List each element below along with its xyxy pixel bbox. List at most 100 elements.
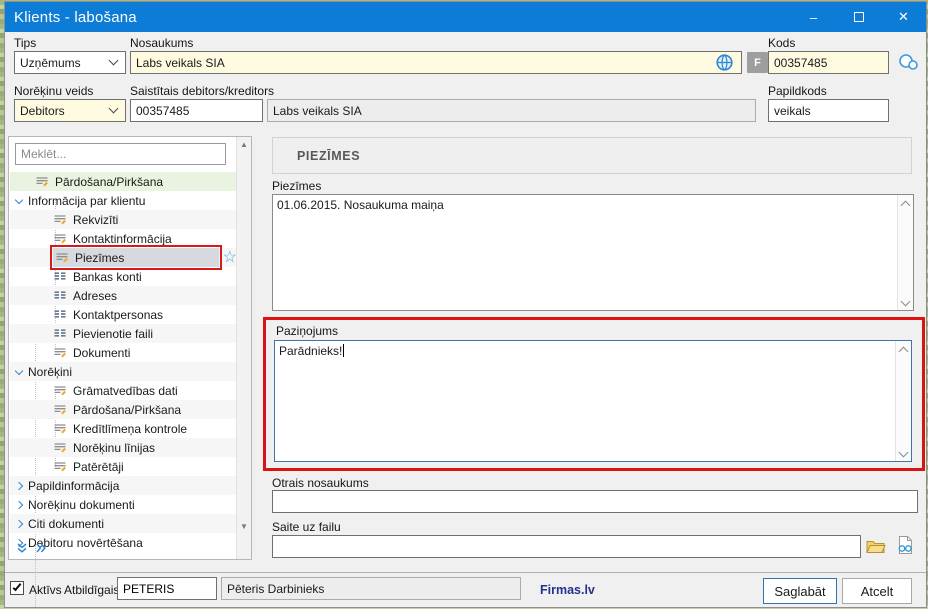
atbildigais-code-input[interactable]: [117, 577, 217, 600]
tree-expand-controls: [16, 542, 47, 557]
tree-item[interactable]: Norēķini: [10, 362, 239, 381]
chevron-down-icon: [108, 55, 119, 66]
tree-item[interactable]: Pārdošana/Pirkšana: [10, 400, 239, 419]
nosaukums-input[interactable]: Labs veikals SIA: [130, 51, 742, 74]
tree-item-label: Adreses: [73, 288, 118, 303]
save-button[interactable]: Saglabāt: [763, 578, 837, 604]
tree-item[interactable]: Kontaktpersonas: [10, 305, 239, 324]
text-cursor: [343, 344, 345, 357]
maximize-button[interactable]: [836, 2, 881, 32]
tree-item[interactable]: Grāmatvedības dati: [10, 381, 239, 400]
scroll-down-icon[interactable]: [898, 447, 909, 458]
tips-label: Tips: [14, 36, 37, 50]
tree-item-label: Piezīmes: [75, 250, 125, 265]
kods-label: Kods: [768, 36, 796, 50]
minimize-icon: –: [809, 9, 818, 25]
saistitais-kods-input[interactable]: 00357485: [130, 99, 263, 122]
tree-item[interactable]: Pievienotie faili: [10, 324, 239, 343]
expand-icon[interactable]: [14, 500, 24, 509]
tree-item[interactable]: Patērētāji: [10, 457, 239, 476]
scroll-up-icon[interactable]: [900, 200, 911, 211]
aktivs-label: Aktīvs: [29, 583, 62, 597]
tree-item-label: Norēķinu dokumenti: [28, 497, 135, 512]
kods-input[interactable]: 00357485: [768, 51, 889, 74]
grid-icon: [53, 290, 67, 302]
tree-scrollbar[interactable]: ▲ ▼: [236, 137, 251, 559]
section-header: PIEZĪMES: [272, 137, 912, 174]
tree-item-label: Pārdošana/Pirkšana: [73, 402, 182, 417]
tree-item-label: Norēķinu līnijas: [73, 440, 156, 455]
check-icon: [12, 581, 22, 592]
norekinu-veids-selected-value: Debitors: [20, 103, 65, 118]
tree-item-label: Citi dokumenti: [28, 516, 105, 531]
cloud-lookup-icon[interactable]: [897, 53, 919, 71]
tree-item[interactable]: Pārdošana/Pirkšana: [10, 172, 239, 191]
minimize-button[interactable]: –: [791, 2, 836, 32]
search-input[interactable]: [15, 143, 226, 165]
tree-item-label: Patērētāji: [73, 459, 124, 474]
expand-icon[interactable]: [14, 519, 24, 528]
cancel-button[interactable]: Atcelt: [842, 578, 912, 604]
scroll-down-icon[interactable]: [900, 296, 911, 307]
scroll-up-icon[interactable]: ▲: [237, 140, 251, 149]
f-button[interactable]: F: [747, 52, 768, 73]
window-controls: – ✕: [791, 2, 926, 32]
saite-uz-failu-input[interactable]: [272, 535, 861, 558]
favorite-star-icon[interactable]: ☆: [223, 248, 237, 267]
scroll-up-icon[interactable]: [898, 346, 909, 357]
scrollbar[interactable]: [895, 341, 911, 461]
saistitais-kods-value: 00357485: [136, 103, 190, 118]
tree-item[interactable]: Piezīmes ☆: [10, 245, 239, 270]
close-button[interactable]: ✕: [881, 2, 926, 32]
papildkods-input[interactable]: veikals: [768, 99, 889, 122]
tree-item[interactable]: Norēķinu līnijas: [10, 438, 239, 457]
form-icon: [53, 442, 67, 454]
expand-all-down-icon[interactable]: [16, 542, 28, 557]
tree-item[interactable]: Papildinformācija: [10, 476, 239, 495]
tree-item[interactable]: Citi dokumenti: [10, 514, 239, 533]
form-icon: [53, 404, 67, 416]
saistitais-nosaukums-value: Labs veikals SIA: [273, 103, 362, 118]
tree-item[interactable]: Bankas konti: [10, 267, 239, 286]
pazinojums-text: Parādnieks!: [279, 344, 343, 358]
firmas-lv-logo: Firmas.lv: [540, 583, 595, 597]
tree-item-label: Norēķini: [28, 364, 73, 379]
navigation-panel: Pārdošana/Pirkšana Informācija par klient…: [8, 136, 252, 609]
form-icon: [53, 233, 67, 245]
scroll-down-icon[interactable]: ▼: [237, 522, 251, 531]
atbildigais-name-field: Pēteris Darbinieks: [221, 577, 521, 600]
norekinu-veids-select[interactable]: Debitors: [14, 99, 126, 122]
globe-icon[interactable]: [716, 54, 733, 71]
pazinojums-label: Paziņojums: [276, 324, 339, 338]
grid-icon: [53, 328, 67, 340]
open-folder-icon[interactable]: [866, 538, 886, 554]
collapse-icon[interactable]: [14, 366, 24, 375]
otrais-nosaukums-input[interactable]: [272, 490, 918, 513]
tree-item[interactable]: Rekvizīti: [10, 210, 239, 229]
saite-uz-failu-label: Saite uz failu: [272, 520, 341, 534]
scrollbar[interactable]: [897, 195, 913, 310]
tree-item[interactable]: Informācija par klientu: [10, 191, 239, 210]
expand-icon[interactable]: [14, 481, 24, 490]
tree-item[interactable]: Adreses: [10, 286, 239, 305]
piezimes-textarea[interactable]: 01.06.2015. Nosaukuma maiņa: [272, 194, 914, 311]
aktivs-checkbox[interactable]: [10, 581, 24, 595]
form-icon: [53, 461, 67, 473]
tree-item[interactable]: Dokumenti: [10, 343, 239, 362]
selected-item-highlight: Piezīmes: [50, 245, 222, 270]
expand-all-right-icon[interactable]: [35, 542, 47, 557]
form-icon: [55, 252, 69, 264]
pazinojums-textarea[interactable]: Parādnieks!: [274, 340, 912, 462]
preview-file-icon[interactable]: [896, 535, 914, 555]
collapse-icon[interactable]: [14, 195, 24, 204]
grid-icon: [53, 271, 67, 283]
tree-item[interactable]: Kontaktinformācija: [10, 229, 239, 248]
tree-item[interactable]: Kredītlīmeņa kontrole: [10, 419, 239, 438]
form-icon: [53, 214, 67, 226]
grid-icon: [53, 309, 67, 321]
tree-item-label: Bankas konti: [73, 269, 142, 284]
tree-item[interactable]: Norēķinu dokumenti: [10, 495, 239, 514]
tree-item-label: Kontaktinformācija: [73, 231, 172, 246]
tips-select[interactable]: Uzņēmums: [14, 51, 126, 74]
saistitais-label: Saistītais debitors/kreditors: [130, 84, 275, 98]
